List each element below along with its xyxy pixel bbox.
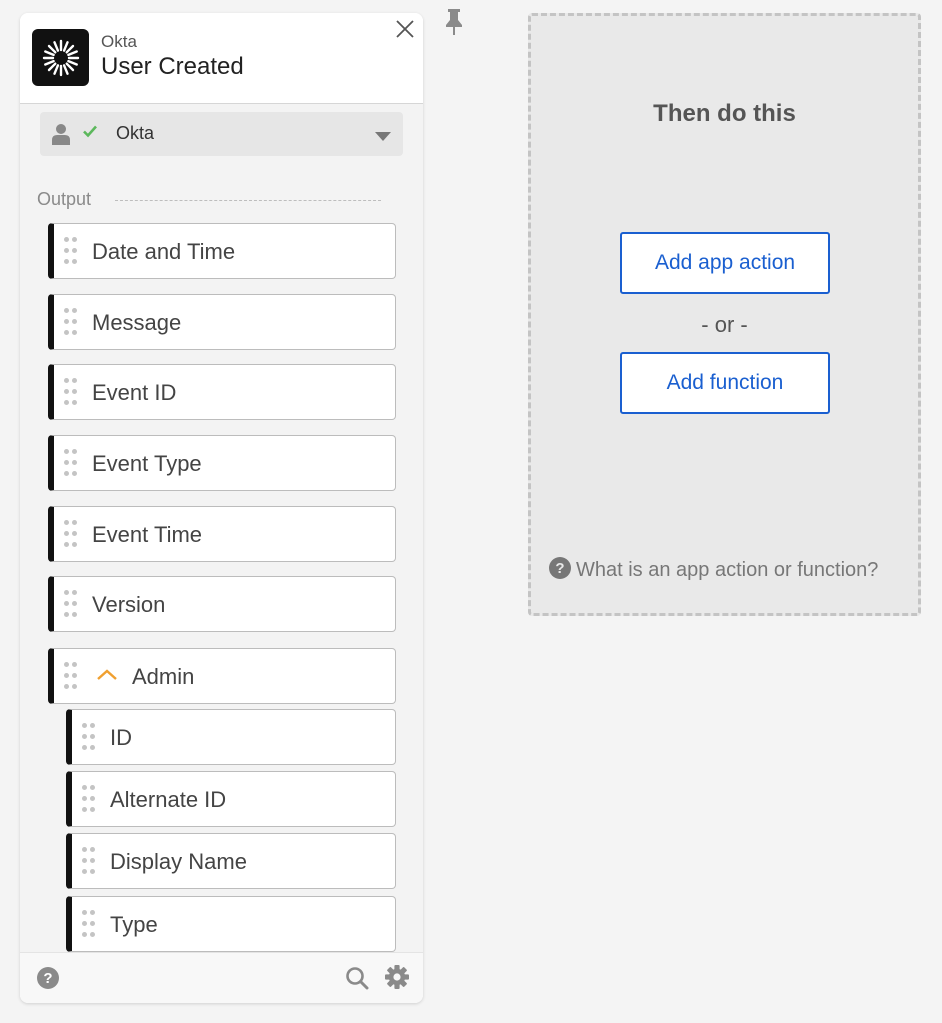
drag-handle-icon[interactable] [64, 662, 77, 692]
help-icon[interactable]: ? [37, 967, 59, 994]
drag-handle-icon[interactable] [64, 449, 77, 479]
drag-handle-icon[interactable] [64, 590, 77, 620]
user-icon [52, 123, 70, 150]
field-label: Event ID [92, 380, 177, 405]
or-separator: - or - [701, 312, 748, 337]
drag-handle-icon[interactable] [64, 237, 77, 267]
check-icon [82, 124, 98, 143]
drag-handle-icon[interactable] [64, 308, 77, 338]
help-link-text: What is an app action or function? [576, 559, 879, 581]
close-icon[interactable] [393, 17, 417, 41]
field-label: Display Name [110, 849, 247, 874]
output-field[interactable]: Event Time [48, 506, 396, 562]
trigger-header: Okta User Created [20, 13, 423, 104]
output-label: Output [37, 189, 92, 209]
output-divider [115, 200, 381, 201]
output-field[interactable]: Version [48, 576, 396, 632]
add-app-action-button[interactable]: Add app action [620, 232, 830, 294]
help-icon: ? [549, 557, 571, 579]
app-action-help-link[interactable]: ? What is an app action or function? [549, 557, 878, 582]
trigger-app-name: Okta [101, 32, 137, 51]
output-field[interactable]: Event Type [48, 435, 396, 491]
output-field[interactable]: Event ID [48, 364, 396, 420]
trigger-card: Okta User Created Okta Output Date and T… [20, 13, 423, 1003]
trigger-body: Okta Output Date and Time Message Event … [20, 104, 423, 953]
account-name: Okta [116, 123, 155, 143]
drag-handle-icon[interactable] [82, 785, 95, 815]
gear-icon[interactable] [385, 965, 409, 994]
output-subfield[interactable]: ID [66, 709, 396, 765]
account-select[interactable]: Okta [40, 112, 403, 156]
trigger-footer: ? [20, 952, 423, 1003]
field-label: Admin [132, 664, 195, 689]
pin-icon[interactable] [444, 8, 464, 41]
field-label: Type [110, 912, 158, 937]
field-label: Message [92, 310, 182, 335]
chevron-down-icon [375, 129, 391, 147]
drag-handle-icon[interactable] [82, 910, 95, 940]
field-label: Alternate ID [110, 787, 227, 812]
svg-text:?: ? [43, 970, 52, 987]
output-subfield[interactable]: Type [66, 896, 396, 952]
field-label: Date and Time [92, 239, 236, 264]
add-function-button[interactable]: Add function [620, 352, 830, 414]
drag-handle-icon[interactable] [64, 520, 77, 550]
svg-text:?: ? [555, 560, 564, 577]
drag-handle-icon[interactable] [82, 723, 95, 753]
chevron-up-icon[interactable] [96, 668, 118, 686]
field-label: Event Time [92, 522, 203, 547]
drag-handle-icon[interactable] [64, 378, 77, 408]
output-subfield[interactable]: Display Name [66, 833, 396, 889]
action-panel: Then do this Add app action - or - Add f… [528, 13, 921, 616]
search-icon[interactable] [345, 966, 369, 995]
output-subfield[interactable]: Alternate ID [66, 771, 396, 827]
field-label: Version [92, 592, 166, 617]
panel-title: Then do this [653, 100, 796, 127]
trigger-event-title: User Created [101, 53, 244, 80]
output-field-group[interactable]: Admin [48, 648, 396, 704]
output-field[interactable]: Message [48, 294, 396, 350]
field-label: ID [110, 725, 132, 750]
drag-handle-icon[interactable] [82, 847, 95, 877]
output-field[interactable]: Date and Time [48, 223, 396, 279]
okta-logo-icon [32, 29, 89, 86]
field-label: Event Type [92, 451, 202, 476]
